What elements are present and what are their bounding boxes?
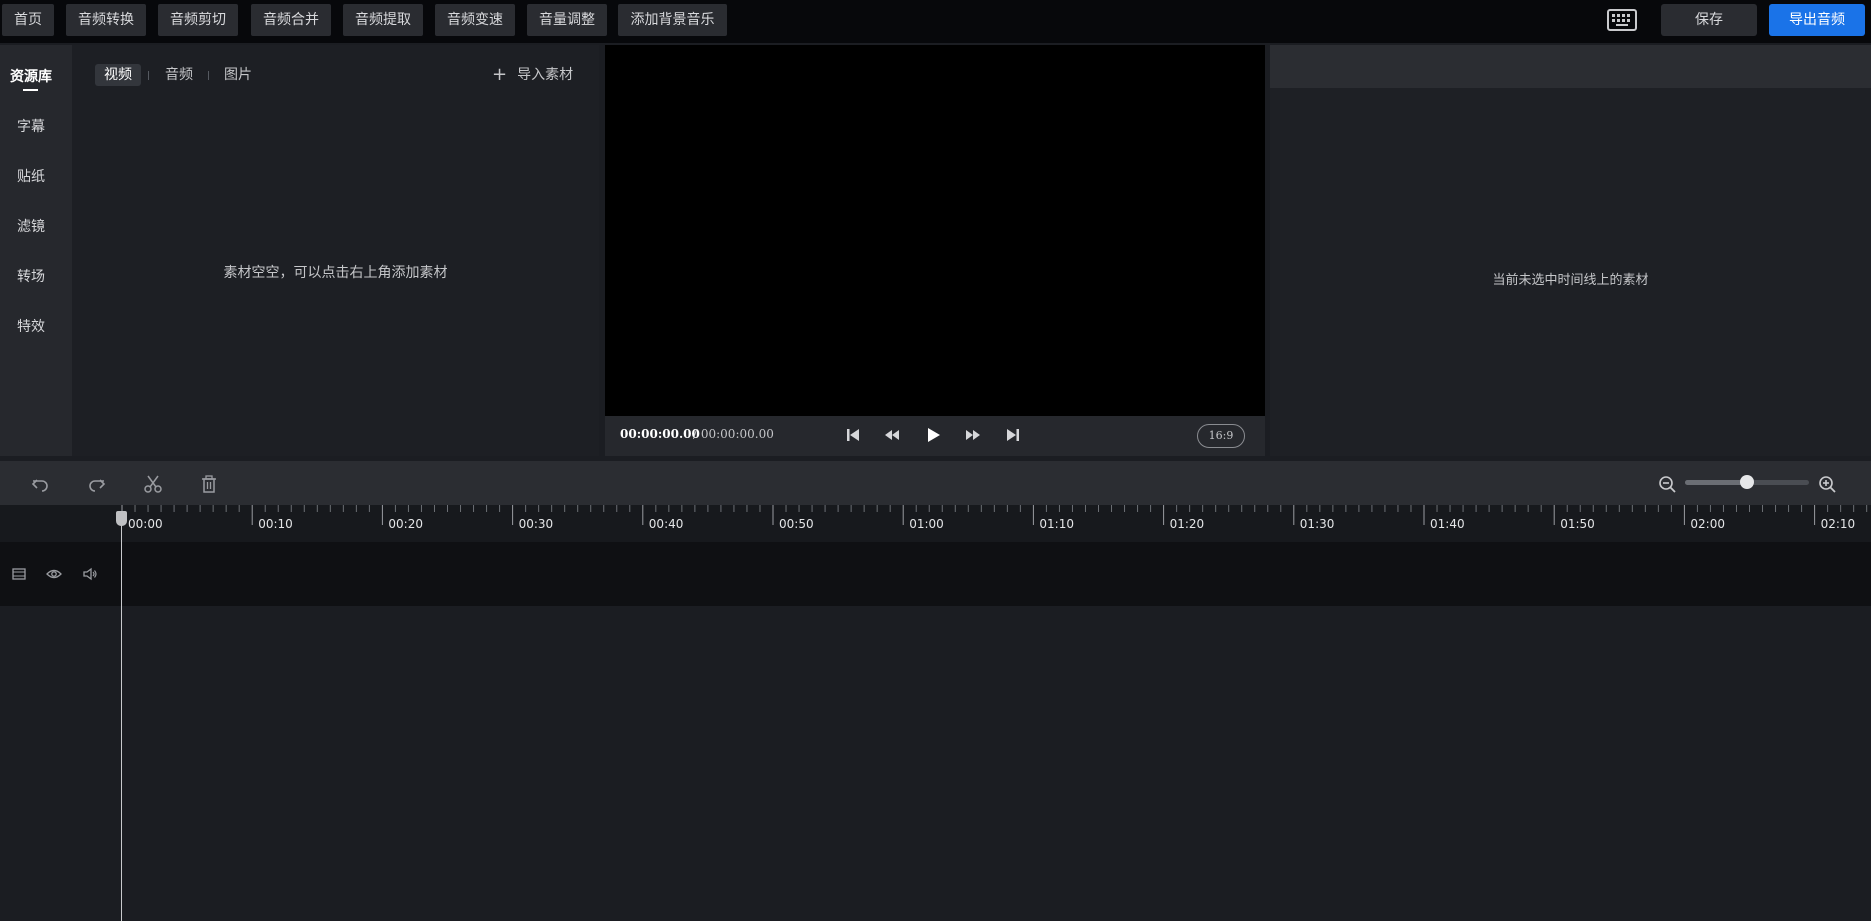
properties-header <box>1270 45 1871 88</box>
tab-images[interactable]: 图片 <box>215 64 261 86</box>
sidebar-item-library[interactable]: 资源库 <box>0 66 62 86</box>
tab-audio[interactable]: 音频 <box>156 64 202 86</box>
ruler-tick-label: 01:30 <box>1299 517 1335 531</box>
delete-icon[interactable] <box>199 474 219 494</box>
zoom-slider-fill <box>1685 480 1747 485</box>
fast-forward-icon[interactable] <box>963 425 983 445</box>
zoom-in-icon[interactable] <box>1817 474 1837 494</box>
tab-video[interactable]: 视频 <box>95 64 141 86</box>
aspect-ratio-button[interactable]: 16:9 <box>1197 424 1245 448</box>
sidebar-item-subtitles[interactable]: 字幕 <box>0 116 62 136</box>
assets-empty-message: 素材空空，可以点击右上角添加素材 <box>223 265 448 281</box>
nav-volume-adjust-button[interactable]: 音量调整 <box>527 4 607 36</box>
sidebar-item-effects[interactable]: 特效 <box>0 316 62 336</box>
asset-panel: 视频 音频 图片 + 导入素材 素材空空，可以点击右上角添加素材 <box>72 45 599 456</box>
properties-empty-message: 当前未选中时间线上的素材 <box>1492 273 1649 288</box>
export-audio-button[interactable]: 导出音频 <box>1769 4 1865 36</box>
nav-audio-speed-button[interactable]: 音频变速 <box>435 4 515 36</box>
nav-audio-cut-button[interactable]: 音频剪切 <box>158 4 238 36</box>
preview-controls: 00:00:00.00 / 00:00:00.00 16:9 <box>605 416 1265 456</box>
sidebar-item-filters[interactable]: 滤镜 <box>0 216 62 236</box>
ruler-tick-label: 00:40 <box>648 517 684 531</box>
zoom-out-icon[interactable] <box>1657 474 1677 494</box>
ruler-tick-label: 01:40 <box>1430 517 1465 531</box>
top-toolbar: 首页 音频转换 音频剪切 音频合并 音频提取 音频变速 音量调整 添加背景音乐 … <box>0 0 1871 43</box>
total-time: / 00:00:00.00 <box>693 427 774 441</box>
video-preview <box>605 45 1265 456</box>
ruler-tick-label: 00:10 <box>258 517 293 531</box>
zoom-slider[interactable] <box>1685 475 1809 489</box>
video-track-icon[interactable] <box>11 566 27 582</box>
import-assets-label: 导入素材 <box>517 67 574 83</box>
sidebar-item-transitions[interactable]: 转场 <box>0 266 62 286</box>
ruler-tick-label: 01:00 <box>909 517 944 531</box>
playhead-line <box>121 516 122 921</box>
ruler-tick-label: 00:20 <box>388 517 423 531</box>
timeline-empty-area[interactable] <box>0 606 1871 921</box>
volume-icon[interactable] <box>82 566 98 582</box>
timeline-track[interactable] <box>0 542 1871 606</box>
tab-divider <box>208 71 209 80</box>
playhead-handle[interactable] <box>116 511 127 526</box>
cut-icon[interactable] <box>143 474 163 494</box>
ruler-tick-label: 00:00 <box>128 517 163 531</box>
timeline-toolbar <box>0 461 1871 505</box>
rewind-icon[interactable] <box>882 425 902 445</box>
ruler-tick-label: 01:10 <box>1039 517 1074 531</box>
properties-panel: 当前未选中时间线上的素材 <box>1270 88 1871 456</box>
ruler-tick-label: 00:30 <box>518 517 554 531</box>
timeline-ruler[interactable]: 00:00 00:10 00:20 00:30 00:40 00:50 01:00 01:10… <box>0 505 1871 542</box>
nav-add-bgm-button[interactable]: 添加背景音乐 <box>618 4 727 36</box>
save-button[interactable]: 保存 <box>1661 4 1757 36</box>
nav-audio-convert-button[interactable]: 音频转换 <box>66 4 146 36</box>
play-icon[interactable] <box>923 425 943 445</box>
nav-home-button[interactable]: 首页 <box>2 4 54 36</box>
ruler-tick-label: 01:20 <box>1169 517 1205 531</box>
redo-icon[interactable] <box>87 474 107 494</box>
eye-icon[interactable] <box>46 566 62 582</box>
sidebar-item-stickers[interactable]: 贴纸 <box>0 166 62 186</box>
skip-to-start-icon[interactable] <box>843 425 863 445</box>
tab-divider <box>148 71 149 80</box>
import-assets-button[interactable]: + 导入素材 <box>492 64 573 86</box>
sidebar-active-indicator <box>23 89 38 91</box>
current-time: 00:00:00.00 <box>620 427 700 441</box>
undo-icon[interactable] <box>30 474 50 494</box>
ruler-tick-label: 02:10 <box>1820 517 1856 531</box>
skip-to-end-icon[interactable] <box>1003 425 1023 445</box>
plus-icon: + <box>492 64 508 85</box>
left-sidebar: 资源库 字幕 贴纸 滤镜 转场 特效 <box>0 45 72 456</box>
ruler-tick-label: 00:50 <box>779 517 814 531</box>
keyboard-icon[interactable] <box>1607 9 1637 31</box>
nav-audio-merge-button[interactable]: 音频合并 <box>251 4 331 36</box>
ruler-tick-label: 02:00 <box>1690 517 1725 531</box>
ruler-tick-label: 01:50 <box>1560 517 1595 531</box>
zoom-slider-handle[interactable] <box>1740 475 1754 489</box>
nav-audio-extract-button[interactable]: 音频提取 <box>343 4 423 36</box>
